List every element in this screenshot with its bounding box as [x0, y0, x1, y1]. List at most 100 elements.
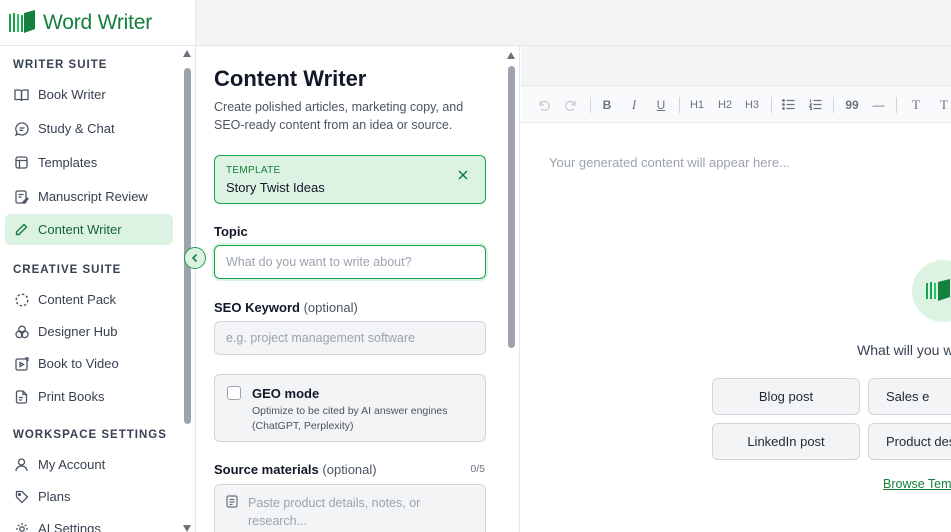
- sidebar-item-book-writer[interactable]: Book Writer: [5, 79, 173, 110]
- template-kicker: TEMPLATE: [226, 165, 281, 176]
- app-name: Word Writer: [43, 10, 153, 34]
- sidebar-item-label: My Account: [38, 457, 106, 472]
- editor-header: [521, 46, 951, 86]
- sidebar-scrollbar[interactable]: [183, 50, 192, 532]
- tag-icon: [14, 489, 29, 504]
- clear-format-button[interactable]: T: [935, 86, 951, 123]
- sidebar-item-study-chat[interactable]: Study & Chat: [5, 113, 173, 144]
- source-materials-label: Source materials (optional): [214, 462, 377, 477]
- dotted-circle-icon: [14, 292, 29, 307]
- quote-button[interactable]: 99: [843, 86, 861, 123]
- topic-input[interactable]: What do you want to write about?: [214, 245, 486, 279]
- seo-keyword-placeholder: e.g. project management software: [226, 331, 415, 345]
- book-icon: [14, 87, 29, 102]
- italic-button[interactable]: I: [628, 86, 640, 123]
- sidebar-item-label: Content Writer: [38, 222, 122, 237]
- sidebar-item-label: Designer Hub: [38, 324, 118, 339]
- toolbar-separator: [896, 97, 897, 113]
- geo-mode-card[interactable]: GEO mode Optimize to be cited by AI answ…: [214, 374, 486, 442]
- page-subtitle: Create polished articles, marketing copy…: [214, 100, 464, 132]
- editor-placeholder[interactable]: Your generated content will appear here.…: [549, 155, 790, 170]
- template-icon: [14, 155, 29, 170]
- sidebar-item-label: Book to Video: [38, 356, 119, 371]
- sidebar-item-print-books[interactable]: Print Books: [5, 381, 173, 412]
- sidebar-item-my-account[interactable]: My Account: [5, 449, 173, 480]
- source-materials-input[interactable]: Paste product details, notes, or researc…: [214, 484, 486, 532]
- form-scrollbar[interactable]: [507, 52, 516, 532]
- scroll-thumb[interactable]: [184, 68, 191, 424]
- logo-area[interactable]: Word Writer: [0, 0, 196, 46]
- review-icon: [14, 189, 29, 204]
- sidebar-item-label: Print Books: [38, 389, 105, 404]
- logo-book-icon: [926, 279, 950, 301]
- suggestion-chip[interactable]: Sales e: [868, 378, 951, 415]
- numbered-list-icon[interactable]: [808, 86, 823, 123]
- sidebar-item-templates[interactable]: Templates: [5, 147, 173, 178]
- print-icon: [14, 389, 29, 404]
- section-title-workspace-settings: WORKSPACE SETTINGS: [13, 429, 167, 441]
- close-icon[interactable]: [456, 168, 470, 182]
- sidebar-item-label: Book Writer: [38, 87, 106, 102]
- logo-book-icon: [9, 9, 35, 33]
- browse-templates-link[interactable]: Browse Tem: [883, 477, 951, 491]
- heading-3-button[interactable]: H3: [743, 86, 761, 123]
- sidebar-item-label: AI Settings: [38, 521, 101, 532]
- bold-button[interactable]: B: [601, 86, 613, 123]
- geo-mode-description: Optimize to be cited by AI answer engine…: [252, 405, 448, 432]
- gear-icon: [14, 521, 29, 532]
- sidebar-item-content-writer[interactable]: Content Writer: [5, 214, 173, 245]
- horizontal-rule-button[interactable]: —: [871, 86, 886, 123]
- sidebar-item-book-to-video[interactable]: Book to Video: [5, 348, 173, 379]
- user-icon: [14, 457, 29, 472]
- scroll-up-arrow[interactable]: [507, 52, 515, 59]
- section-title-writer-suite: WRITER SUITE: [13, 59, 108, 71]
- heading-2-button[interactable]: H2: [716, 86, 734, 123]
- geo-mode-title: GEO mode: [252, 386, 320, 401]
- suggestion-chip[interactable]: LinkedIn post: [712, 423, 860, 460]
- sidebar-item-designer-hub[interactable]: Designer Hub: [5, 316, 173, 347]
- collapse-sidebar-button[interactable]: [184, 247, 206, 269]
- scroll-up-arrow[interactable]: [183, 50, 191, 57]
- sidebar-item-label: Plans: [38, 489, 71, 504]
- sidebar-item-label: Templates: [38, 155, 98, 170]
- source-placeholder: Paste product details, notes, or researc…: [248, 496, 421, 528]
- palette-icon: [14, 324, 29, 339]
- sidebar-item-content-pack[interactable]: Content Pack: [5, 284, 173, 315]
- suggestion-chip[interactable]: Product des: [868, 423, 951, 460]
- chat-icon: [14, 121, 29, 136]
- toolbar-separator: [679, 97, 680, 113]
- seo-keyword-input[interactable]: e.g. project management software: [214, 321, 486, 355]
- geo-mode-checkbox[interactable]: [227, 386, 241, 400]
- undo-icon[interactable]: [535, 86, 551, 123]
- page-title: Content Writer: [214, 66, 367, 91]
- topic-placeholder: What do you want to write about?: [226, 255, 412, 269]
- hero-prompt: What will you w: [857, 342, 951, 358]
- video-icon: [14, 356, 29, 371]
- top-bar: [196, 0, 951, 46]
- sidebar-item-manuscript-review[interactable]: Manuscript Review: [5, 181, 173, 212]
- section-title-creative-suite: CREATIVE SUITE: [13, 264, 122, 276]
- scroll-thumb[interactable]: [508, 66, 515, 348]
- source-count: 0/5: [470, 463, 485, 475]
- editor-panel: B I U H1 H2 H3 99 — T T Your generated c…: [521, 46, 951, 532]
- topic-label: Topic: [214, 224, 248, 239]
- sidebar-item-plans[interactable]: Plans: [5, 481, 173, 512]
- selected-template-card[interactable]: TEMPLATE Story Twist Ideas: [214, 155, 486, 204]
- toolbar-separator: [833, 97, 834, 113]
- heading-1-button[interactable]: H1: [688, 86, 706, 123]
- sidebar-item-ai-settings[interactable]: AI Settings: [5, 513, 173, 532]
- document-icon: [226, 495, 238, 508]
- sidebar-item-label: Study & Chat: [38, 121, 115, 136]
- text-size-button[interactable]: T: [907, 86, 925, 123]
- scroll-down-arrow[interactable]: [183, 525, 191, 532]
- seo-keyword-label: SEO Keyword (optional): [214, 300, 358, 315]
- bullet-list-icon[interactable]: [781, 86, 796, 123]
- sidebar-item-label: Manuscript Review: [38, 189, 148, 204]
- chevron-left-icon: [191, 253, 198, 263]
- hero-book-badge: [912, 260, 951, 322]
- suggestion-chip[interactable]: Blog post: [712, 378, 860, 415]
- redo-icon[interactable]: [563, 86, 579, 123]
- sidebar: WRITER SUITE Book Writer Study & Chat Te…: [0, 46, 196, 532]
- underline-button[interactable]: U: [654, 86, 668, 123]
- template-name: Story Twist Ideas: [226, 180, 325, 195]
